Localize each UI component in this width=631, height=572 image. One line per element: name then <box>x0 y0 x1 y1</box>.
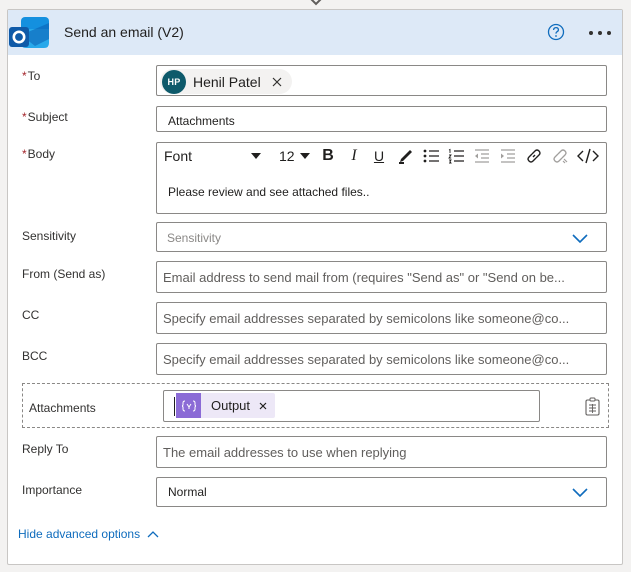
cc-placeholder: Specify email addresses separated by sem… <box>163 311 570 326</box>
rich-text-toolbar: Font 12 B I U <box>157 143 606 169</box>
sensitivity-label: Sensitivity <box>22 229 77 243</box>
from-placeholder: Email address to send mail from (require… <box>163 270 565 285</box>
italic-icon[interactable]: I <box>345 147 363 165</box>
remove-token-icon[interactable] <box>259 402 267 410</box>
body-content[interactable]: Please review and see attached files.. <box>168 185 369 199</box>
connector-arrow-icon <box>310 0 322 6</box>
card-title: Send an email (V2) <box>64 24 184 40</box>
highlight-pen-icon[interactable] <box>397 147 415 165</box>
action-card: Send an email (V2) *To HP Henil Patel *S… <box>7 9 623 565</box>
to-field[interactable]: HP Henil Patel <box>156 65 607 96</box>
chevron-down-icon[interactable] <box>251 153 261 159</box>
chevron-down-icon[interactable] <box>300 153 310 159</box>
subject-input[interactable]: Attachments <box>156 106 607 132</box>
required-marker: * <box>22 147 27 161</box>
from-label: From (Send as) <box>22 267 106 281</box>
required-marker: * <box>22 69 27 83</box>
hide-advanced-options-link[interactable]: Hide advanced options <box>18 527 159 541</box>
font-family-select[interactable]: Font <box>164 148 192 164</box>
attachments-input[interactable]: Output <box>163 390 540 422</box>
importance-label: Importance <box>22 483 83 497</box>
sensitivity-dropdown[interactable]: Sensitivity <box>156 222 607 252</box>
bulleted-list-icon[interactable] <box>422 147 440 165</box>
subject-value: Attachments <box>168 114 235 128</box>
attachments-row: Attachments Output <box>22 383 609 428</box>
subject-label-text: Subject <box>27 110 68 124</box>
more-options-icon[interactable] <box>588 30 612 36</box>
reply-to-label: Reply To <box>22 442 69 456</box>
bcc-input[interactable]: Specify email addresses separated by sem… <box>156 343 607 375</box>
dynamic-content-token[interactable]: Output <box>176 393 276 418</box>
remove-recipient-icon[interactable] <box>272 77 282 87</box>
recipient-name: Henil Patel <box>193 73 261 90</box>
code-view-icon[interactable] <box>577 147 599 165</box>
chevron-down-icon[interactable] <box>572 488 588 497</box>
reply-to-input[interactable]: The email addresses to use when replying <box>156 436 607 468</box>
unlink-icon[interactable] <box>551 147 569 165</box>
subject-label: *Subject <box>22 110 68 124</box>
bold-icon[interactable]: B <box>319 147 337 165</box>
switch-input-mode-icon[interactable] <box>584 397 602 416</box>
body-label: *Body <box>22 147 55 161</box>
underline-icon[interactable]: U <box>370 147 388 165</box>
outlook-icon <box>9 17 49 48</box>
avatar: HP <box>162 69 186 94</box>
help-circle-icon[interactable] <box>547 23 565 41</box>
bcc-label: BCC <box>22 349 48 363</box>
cc-input[interactable]: Specify email addresses separated by sem… <box>156 302 607 334</box>
from-input[interactable]: Email address to send mail from (require… <box>156 261 607 293</box>
bcc-placeholder: Specify email addresses separated by sem… <box>163 352 570 367</box>
decrease-indent-icon[interactable] <box>473 147 491 165</box>
font-size-select[interactable]: 12 <box>279 148 295 164</box>
to-label: *To <box>22 69 40 83</box>
reply-to-placeholder: The email addresses to use when replying <box>163 445 407 460</box>
token-label: Output <box>211 398 251 413</box>
numbered-list-icon[interactable] <box>447 147 465 165</box>
sensitivity-placeholder: Sensitivity <box>167 231 222 245</box>
body-label-text: Body <box>27 147 56 161</box>
chevron-up-icon <box>147 530 159 537</box>
required-marker: * <box>22 110 27 124</box>
body-editor[interactable]: Font 12 B I U Please review and see atta… <box>156 142 607 214</box>
recipient-token[interactable]: HP Henil Patel <box>160 69 292 94</box>
chevron-down-icon[interactable] <box>572 234 588 243</box>
increase-indent-icon[interactable] <box>499 147 517 165</box>
importance-value: Normal <box>168 485 207 499</box>
advanced-options-label: Hide advanced options <box>18 527 141 541</box>
variable-icon <box>176 393 201 418</box>
card-header[interactable]: Send an email (V2) <box>8 10 622 55</box>
cc-label: CC <box>22 308 40 322</box>
link-icon[interactable] <box>525 147 543 165</box>
attachments-label: Attachments <box>29 401 96 415</box>
text-cursor <box>174 397 175 416</box>
importance-dropdown[interactable]: Normal <box>156 477 607 507</box>
to-label-text: To <box>27 69 41 83</box>
